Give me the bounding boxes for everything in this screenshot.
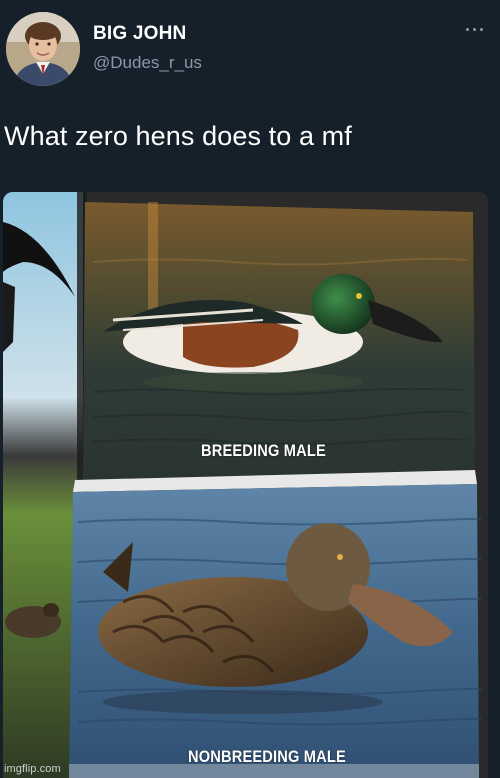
- tweet-header: BIG JOHN @Dudes_r_us: [0, 0, 500, 95]
- tweet-text: What zero hens does to a mf: [4, 121, 352, 151]
- book-photo: [3, 192, 488, 778]
- tweet-media-image[interactable]: BREEDING MALE NONBREEDING MALE: [3, 192, 488, 778]
- watermark: imgflip.com: [4, 763, 61, 775]
- avatar[interactable]: [6, 12, 80, 86]
- display-name[interactable]: BIG JOHN: [93, 23, 186, 45]
- avatar-image: [6, 12, 80, 86]
- user-handle[interactable]: @Dudes_r_us: [93, 53, 202, 73]
- caption-breeding-male: BREEDING MALE: [201, 441, 326, 460]
- more-horizontal-icon[interactable]: [464, 26, 486, 34]
- caption-nonbreeding-male: NONBREEDING MALE: [188, 747, 346, 766]
